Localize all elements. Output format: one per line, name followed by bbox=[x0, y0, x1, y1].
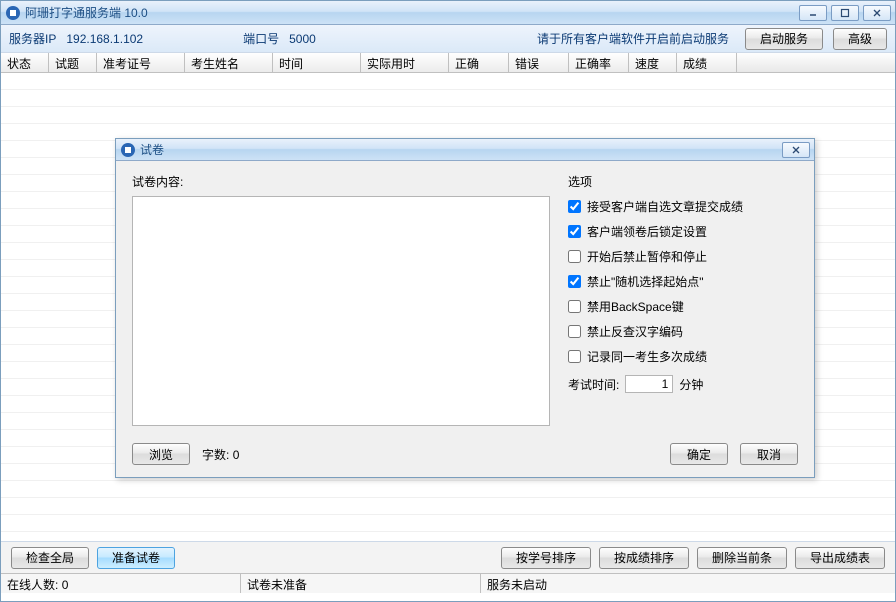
statusbar: 在线人数: 0 试卷未准备 服务未启动 bbox=[1, 573, 895, 593]
column-header[interactable]: 速度 bbox=[629, 53, 677, 72]
exam-time-label: 考试时间: bbox=[568, 376, 619, 393]
column-header[interactable]: 实际用时 bbox=[361, 53, 449, 72]
titlebar: 阿珊打字通服务端 10.0 bbox=[1, 1, 895, 25]
app-icon bbox=[5, 5, 21, 21]
toolbar-hint: 请于所有客户端软件开启前启动服务 bbox=[537, 30, 729, 47]
exam-time-unit: 分钟 bbox=[679, 376, 703, 393]
column-header[interactable]: 准考证号 bbox=[97, 53, 185, 72]
start-service-button[interactable]: 启动服务 bbox=[745, 28, 823, 50]
minimize-button[interactable] bbox=[799, 5, 827, 21]
online-count: 0 bbox=[62, 578, 69, 592]
delete-current-button[interactable]: 删除当前条 bbox=[697, 547, 787, 569]
column-header[interactable]: 正确 bbox=[449, 53, 509, 72]
status-online: 在线人数: 0 bbox=[1, 574, 241, 593]
status-paper: 试卷未准备 bbox=[241, 574, 481, 593]
option-row: 接受客户端自选文章提交成绩 bbox=[568, 198, 798, 215]
option-checkbox-2[interactable] bbox=[568, 250, 581, 263]
column-header[interactable]: 错误 bbox=[509, 53, 569, 72]
paper-content-textarea[interactable] bbox=[132, 196, 550, 426]
option-checkbox-1[interactable] bbox=[568, 225, 581, 238]
dialog-icon bbox=[120, 142, 136, 158]
check-all-button[interactable]: 检查全局 bbox=[11, 547, 89, 569]
option-label: 开始后禁止暂停和停止 bbox=[587, 248, 707, 265]
close-button[interactable] bbox=[863, 5, 891, 21]
sort-by-score-button[interactable]: 按成绩排序 bbox=[599, 547, 689, 569]
option-checkbox-5[interactable] bbox=[568, 325, 581, 338]
server-ip-value: 192.168.1.102 bbox=[66, 32, 143, 46]
option-label: 接受客户端自选文章提交成绩 bbox=[587, 198, 743, 215]
dialog-close-button[interactable] bbox=[782, 142, 810, 158]
option-checkbox-0[interactable] bbox=[568, 200, 581, 213]
option-row: 禁用BackSpace键 bbox=[568, 298, 798, 315]
bottom-toolbar: 检查全局 准备试卷 按学号排序 按成绩排序 删除当前条 导出成绩表 bbox=[1, 541, 895, 573]
window-title: 阿珊打字通服务端 10.0 bbox=[25, 4, 799, 21]
option-checkbox-6[interactable] bbox=[568, 350, 581, 363]
sort-by-id-button[interactable]: 按学号排序 bbox=[501, 547, 591, 569]
option-row: 禁止"随机选择起始点" bbox=[568, 273, 798, 290]
maximize-button[interactable] bbox=[831, 5, 859, 21]
option-label: 记录同一考生多次成绩 bbox=[587, 348, 707, 365]
options-label: 选项 bbox=[568, 173, 798, 190]
server-ip-label: 服务器IP bbox=[9, 30, 56, 47]
option-row: 禁止反查汉字编码 bbox=[568, 323, 798, 340]
paper-dialog: 试卷 试卷内容: 选项 接受客户端自选文章提交成绩客户端领卷后锁定设置开始后禁止… bbox=[115, 138, 815, 478]
content-label: 试卷内容: bbox=[132, 173, 550, 190]
option-checkbox-3[interactable] bbox=[568, 275, 581, 288]
exam-time-input[interactable] bbox=[625, 375, 673, 393]
option-label: 禁止反查汉字编码 bbox=[587, 323, 683, 340]
port-value: 5000 bbox=[289, 32, 316, 46]
wordcount: 字数: 0 bbox=[202, 446, 658, 463]
export-scores-button[interactable]: 导出成绩表 bbox=[795, 547, 885, 569]
option-row: 记录同一考生多次成绩 bbox=[568, 348, 798, 365]
column-header[interactable]: 试题 bbox=[49, 53, 97, 72]
column-header[interactable]: 状态 bbox=[1, 53, 49, 72]
port-label: 端口号 bbox=[243, 30, 279, 47]
option-checkbox-4[interactable] bbox=[568, 300, 581, 313]
column-header[interactable]: 时间 bbox=[273, 53, 361, 72]
prepare-paper-button[interactable]: 准备试卷 bbox=[97, 547, 175, 569]
online-label: 在线人数: bbox=[7, 578, 58, 592]
column-header[interactable]: 考生姓名 bbox=[185, 53, 273, 72]
option-label: 禁止"随机选择起始点" bbox=[587, 273, 704, 290]
option-label: 禁用BackSpace键 bbox=[587, 298, 684, 315]
browse-button[interactable]: 浏览 bbox=[132, 443, 190, 465]
column-header[interactable]: 成绩 bbox=[677, 53, 737, 72]
column-header[interactable]: 正确率 bbox=[569, 53, 629, 72]
advanced-button[interactable]: 高级 bbox=[833, 28, 887, 50]
grid-header: 状态 试题 准考证号 考生姓名 时间 实际用时 正确 错误 正确率 速度 成绩 bbox=[1, 53, 895, 73]
ok-button[interactable]: 确定 bbox=[670, 443, 728, 465]
dialog-titlebar: 试卷 bbox=[116, 139, 814, 161]
option-row: 客户端领卷后锁定设置 bbox=[568, 223, 798, 240]
status-service: 服务未启动 bbox=[481, 574, 895, 593]
dialog-title: 试卷 bbox=[140, 141, 782, 158]
option-label: 客户端领卷后锁定设置 bbox=[587, 223, 707, 240]
cancel-button[interactable]: 取消 bbox=[740, 443, 798, 465]
option-row: 开始后禁止暂停和停止 bbox=[568, 248, 798, 265]
toolbar: 服务器IP 192.168.1.102 端口号 5000 请于所有客户端软件开启… bbox=[1, 25, 895, 53]
